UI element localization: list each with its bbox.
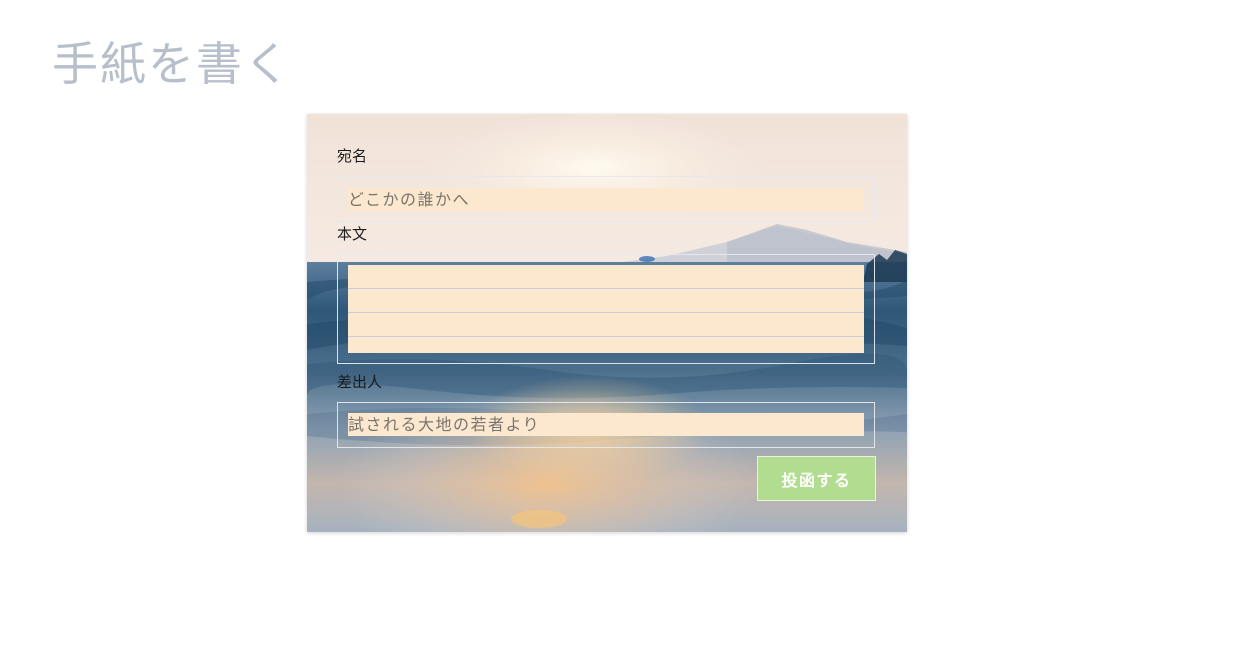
recipient-label: 宛名 <box>337 147 368 165</box>
recipient-input[interactable] <box>348 188 864 211</box>
sender-label: 差出人 <box>337 373 383 391</box>
recipient-field-frame <box>337 176 875 222</box>
body-label: 本文 <box>337 225 368 243</box>
page-title: 手紙を書く <box>52 37 292 91</box>
letter-form: 宛名 本文 差出人 投函する <box>307 114 907 532</box>
letter-card: 宛名 本文 差出人 投函する <box>307 114 907 532</box>
letter-page: 手紙を書く 宛名 どこかの誰かへ 本文 差出人 試される大地の若者より 投函する <box>0 0 1239 652</box>
sender-field-frame <box>337 402 875 448</box>
submit-button[interactable]: 投函する <box>757 456 876 501</box>
sender-input[interactable] <box>348 413 864 436</box>
body-field-frame <box>337 254 875 364</box>
body-textarea[interactable] <box>348 265 864 353</box>
